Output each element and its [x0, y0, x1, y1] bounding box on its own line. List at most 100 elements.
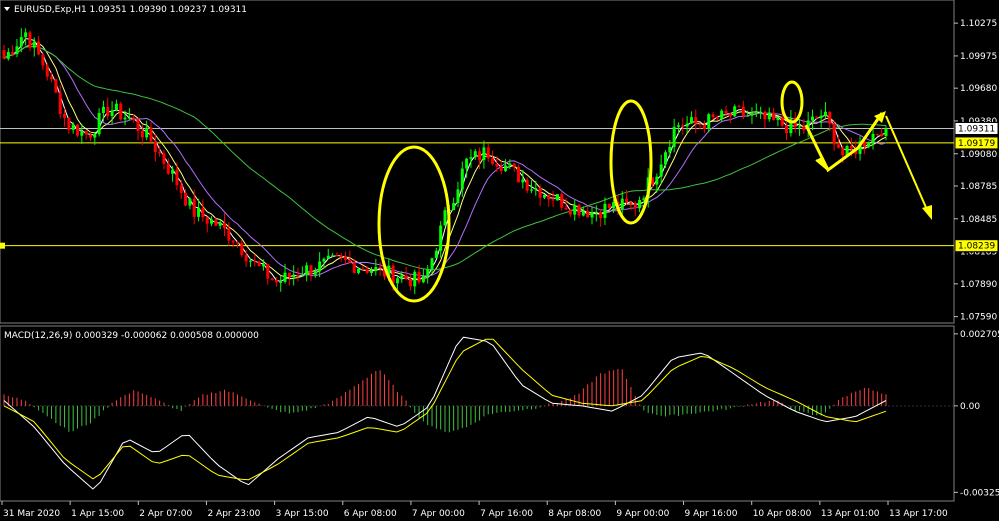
candle-body	[192, 198, 196, 217]
macd-panel[interactable]	[0, 325, 955, 502]
level-handle[interactable]	[0, 242, 5, 249]
trading-chart[interactable]: EURUSD,Exp,H1 1.09351 1.09390 1.09237 1.…	[0, 0, 999, 521]
price-tick-label: 1.09975	[960, 52, 997, 62]
candle-body	[348, 259, 352, 263]
time-tick-label: 1 Apr 15:00	[71, 509, 124, 519]
candle-body	[2, 50, 6, 59]
candle-body	[512, 163, 516, 167]
candle-body	[681, 125, 685, 127]
candle-body	[179, 185, 183, 193]
price-tick-label: 1.09080	[960, 150, 997, 160]
candle-body	[560, 194, 564, 208]
candle-body	[776, 117, 780, 120]
candle-body	[240, 243, 244, 256]
candle-body	[443, 210, 447, 226]
candle-body	[331, 255, 335, 257]
candle-body	[110, 110, 114, 117]
candle-body	[305, 265, 309, 276]
candle-body	[875, 133, 879, 135]
macd-label: MACD(12,26,9) 0.000329 -0.000062 0.00050…	[4, 331, 259, 341]
macd-tick-label: 0.002705	[960, 330, 999, 340]
candle-body	[235, 242, 239, 244]
candle-body	[456, 189, 460, 203]
candle-body	[581, 211, 585, 216]
candle-body	[785, 125, 789, 134]
candle-body	[508, 163, 512, 166]
candle-body	[149, 127, 153, 142]
candle-body	[214, 219, 218, 226]
candle-body	[365, 269, 369, 273]
candle-body	[171, 169, 175, 174]
candle-body	[629, 202, 633, 204]
candle-body	[819, 115, 823, 119]
candle-body	[469, 157, 473, 159]
price-panel[interactable]	[0, 0, 955, 324]
candle-body	[184, 192, 188, 206]
candle-body	[841, 147, 845, 156]
candle-body	[482, 147, 486, 161]
candle-body	[158, 152, 162, 154]
candle-body	[28, 32, 32, 48]
candle-body	[266, 264, 270, 279]
time-axis: 31 Mar 2020 1 Apr 15:00 2 Apr 07:00 2 Apr 2…	[1, 501, 948, 519]
candle-body	[54, 79, 58, 93]
candle-body	[132, 117, 136, 120]
candle-body	[564, 207, 568, 210]
candle-body	[274, 279, 278, 283]
candle-body	[408, 279, 412, 287]
candle-body	[292, 275, 296, 278]
price-axis: 1.102751.099751.096801.093801.090801.087…	[954, 19, 997, 323]
candle-body	[694, 117, 698, 124]
level-label-level-1: 1.09179	[958, 139, 995, 149]
candle-body	[335, 255, 339, 257]
candle-body	[478, 151, 482, 161]
candle-body	[871, 133, 875, 143]
candle-body	[162, 153, 166, 164]
candle-body	[421, 276, 425, 283]
candle-body	[473, 151, 477, 158]
candle-body	[832, 123, 836, 145]
candle-body	[257, 261, 261, 267]
time-tick-label: 7 Apr 00:00	[412, 509, 465, 519]
candle-body	[633, 203, 637, 209]
time-tick-label: 8 Apr 08:00	[548, 509, 601, 519]
candle-body	[223, 222, 226, 229]
candle-body	[41, 54, 45, 66]
candle-body	[50, 76, 54, 80]
candle-body	[279, 281, 283, 283]
candle-body	[568, 209, 572, 215]
candle-body	[153, 141, 157, 153]
candle-body	[880, 134, 884, 136]
candle-body	[884, 128, 888, 136]
candle-body	[746, 115, 750, 117]
candle-body	[119, 103, 123, 120]
candle-body	[521, 179, 525, 183]
candle-body	[231, 240, 235, 243]
candle-body	[625, 198, 629, 203]
price-tick-label: 1.07590	[960, 313, 997, 323]
candle-body	[197, 207, 201, 217]
candle-body	[715, 117, 719, 119]
candle-body	[391, 265, 395, 284]
candle-body	[849, 146, 853, 149]
candle-body	[542, 194, 546, 198]
candle-body	[586, 211, 590, 218]
price-tick-label: 1.08485	[960, 215, 997, 225]
candle-body	[248, 260, 252, 262]
candle-body	[58, 92, 62, 114]
level-label-current-price: 1.09311	[958, 125, 995, 135]
candle-body	[689, 117, 693, 124]
candle-body	[577, 205, 581, 216]
candle-body	[287, 272, 291, 278]
candle-body	[620, 198, 624, 210]
time-tick-label: 31 Mar 2020	[3, 509, 60, 519]
candle-body	[759, 111, 763, 113]
candle-body	[32, 41, 36, 48]
time-tick-label: 10 Apr 08:00	[753, 509, 812, 519]
candle-body	[698, 123, 702, 125]
candle-body	[460, 168, 464, 190]
time-tick-label: 2 Apr 07:00	[139, 509, 192, 519]
candle-body	[145, 127, 149, 138]
candle-body	[724, 110, 728, 114]
time-tick-label: 7 Apr 16:00	[480, 509, 533, 519]
